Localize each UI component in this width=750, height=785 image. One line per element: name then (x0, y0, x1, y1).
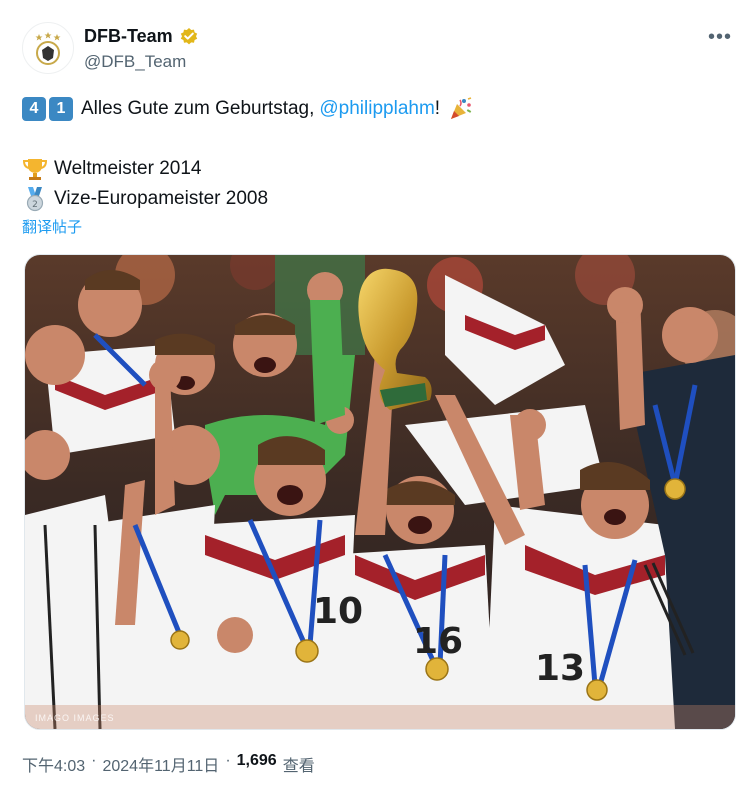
verified-badge-icon (180, 27, 197, 44)
tweet-text: 4 1 Alles Gute zum Geburtstag, @philippl… (22, 94, 722, 214)
image-watermark: IMAGO IMAGES (35, 713, 115, 723)
jersey-number: 16 (413, 621, 463, 662)
account-handle[interactable]: @DFB_Team (84, 52, 186, 72)
svg-text:2: 2 (32, 200, 38, 210)
tweet-media-image[interactable]: 10 16 13 IMAGO IMAGES (24, 254, 736, 730)
avatar[interactable] (22, 22, 74, 74)
translate-post-link[interactable]: 翻译帖子 (22, 216, 82, 237)
line-weltmeister: Weltmeister 2014 (54, 158, 202, 179)
tweet-meta: 下午4:03 · 2024年11月11日 · 1,696 查看 (22, 752, 315, 776)
account-name[interactable]: DFB-Team (84, 26, 173, 47)
mention-link[interactable]: @philipplahm (319, 94, 434, 124)
tweet-date[interactable]: 2024年11月11日 (102, 752, 219, 776)
tweet-time[interactable]: 下午4:03 (22, 752, 85, 776)
separator: · (225, 752, 231, 769)
silver-medal-icon: 2 (26, 187, 44, 212)
party-popper-icon (451, 97, 472, 119)
exclaim-text: ! (434, 98, 441, 119)
views-label: 查看 (282, 758, 315, 775)
dfb-logo (35, 32, 61, 65)
more-icon[interactable]: ••• (708, 26, 732, 49)
greeting-text: Alles Gute zum Geburtstag, (81, 98, 315, 119)
celebration-photo: 10 16 13 (25, 255, 735, 729)
line-vize: Vize-Europameister 2008 (54, 188, 269, 209)
keycap-4: 4 (22, 97, 46, 121)
jersey-number: 10 (313, 591, 363, 632)
jersey-number: 13 (535, 648, 585, 689)
keycap-1: 1 (49, 97, 73, 121)
views-count: 1,696 (236, 752, 277, 769)
separator: · (91, 752, 97, 769)
trophy-icon (22, 159, 48, 180)
